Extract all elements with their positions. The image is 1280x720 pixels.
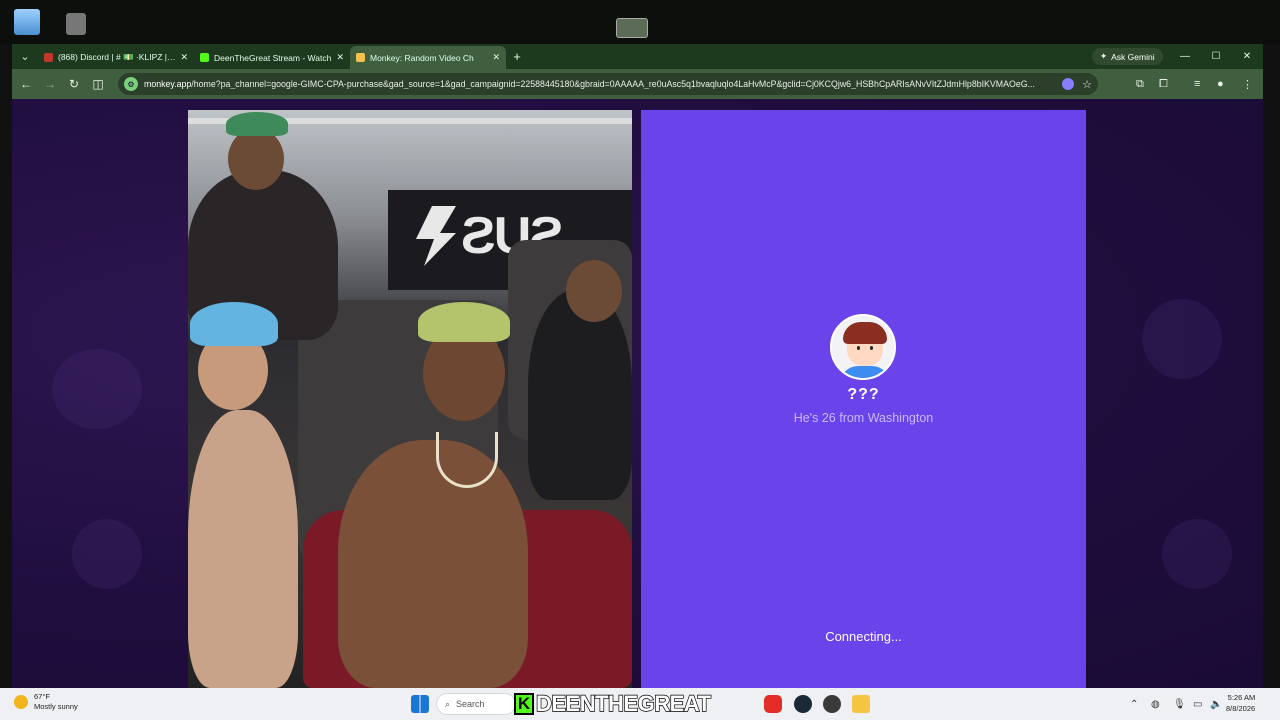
obs-icon[interactable]: [823, 695, 841, 713]
steam-icon[interactable]: [794, 695, 812, 713]
desktop-app-icon[interactable]: [66, 13, 86, 35]
network-tray-icon[interactable]: ◍: [1151, 694, 1160, 714]
connection-status: Connecting...: [825, 629, 902, 644]
clock-time: 5:26 AM: [1227, 693, 1256, 702]
media-controls-icon[interactable]: ≡: [1194, 74, 1200, 94]
clock-date: 8/8/2026: [1226, 704, 1256, 713]
file-explorer-icon[interactable]: [852, 695, 870, 713]
ask-gemini-button[interactable]: ✦ Ask Gemini: [1092, 48, 1163, 65]
video-person: [338, 440, 528, 688]
gemini-icon: ✦: [1100, 51, 1108, 61]
side-panel-icon[interactable]: ◫: [86, 72, 110, 96]
video-person-cap: [418, 302, 510, 342]
video-person: [188, 410, 298, 688]
more-menu-icon[interactable]: ⋮: [1242, 74, 1253, 94]
match-panel: ??? He's 26 from Washington Connecting..…: [641, 110, 1086, 688]
avatar-eye: [857, 346, 860, 350]
avatar-shirt: [840, 366, 890, 378]
streamer-name: DEENTHEGREAT: [535, 690, 711, 716]
address-bar[interactable]: ⚙ monkey.app/home?pa_channel=google-GIMC…: [118, 73, 1098, 95]
desktop-window-thumbnail[interactable]: [616, 18, 648, 38]
site-info-icon[interactable]: ⚙: [124, 77, 138, 91]
minimize-icon[interactable]: —: [1170, 44, 1200, 69]
tab-discord[interactable]: (868) Discord | # 💵 ·KLIPZ | #pi ✕: [38, 46, 194, 69]
video-person-cap: [226, 112, 288, 136]
url-host: monkey.app: [144, 79, 192, 89]
background-pattern: [72, 519, 142, 589]
close-tab-icon[interactable]: ✕: [492, 52, 500, 63]
show-hidden-icons-icon[interactable]: ⌃: [1130, 694, 1138, 714]
tab-label: (868) Discord | # 💵 ·KLIPZ | #pi: [58, 52, 177, 62]
url-text[interactable]: monkey.app/home?pa_channel=google-GIMC-C…: [144, 79, 1056, 89]
background-pattern: [52, 349, 142, 429]
search-icon: ⌕: [445, 698, 451, 709]
background-pattern: [1142, 299, 1222, 379]
recycle-bin-icon[interactable]: [14, 9, 40, 35]
extension-icon[interactable]: [1062, 78, 1075, 90]
match-avatar: [830, 314, 896, 380]
reload-icon[interactable]: ↻: [62, 72, 86, 96]
match-info: He's 26 from Washington: [793, 411, 934, 425]
profile-avatar-icon[interactable]: ●: [1217, 74, 1224, 94]
extensions-puzzle-icon[interactable]: ⧠: [1159, 74, 1168, 94]
maximize-icon[interactable]: ☐: [1201, 44, 1231, 69]
tab-label: Monkey: Random Video Ch: [370, 52, 474, 63]
video-person-cap: [190, 302, 278, 346]
browser-toolbar: ← → ↻ ◫ ⚙ monkey.app/home?pa_channel=goo…: [12, 69, 1263, 99]
tab-deenthegreat-stream[interactable]: DeenTheGreat Stream - Watch ✕: [194, 46, 350, 69]
back-icon[interactable]: ←: [14, 72, 38, 96]
kick-favicon-icon: [200, 53, 209, 62]
extension-icon[interactable]: ⧉: [1136, 74, 1144, 94]
close-tab-icon[interactable]: ✕: [336, 52, 344, 63]
tab-monkey[interactable]: Monkey: Random Video Ch ✕: [350, 46, 506, 69]
video-person-head: [566, 260, 622, 322]
taskbar-clock[interactable]: 5:26 AM 8/8/2026: [1226, 692, 1255, 714]
start-windows-icon[interactable]: [411, 695, 429, 713]
url-path: /home?pa_channel=google-GIMC-CPA-purchas…: [191, 79, 1035, 89]
weather-widget[interactable]: 67°F Mostly sunny: [14, 692, 78, 712]
browser-window: ⌄ (868) Discord | # 💵 ·KLIPZ | #pi ✕ Dee…: [12, 44, 1263, 688]
weather-temp: 67°F: [34, 692, 50, 701]
weather-text: 67°F Mostly sunny: [34, 692, 78, 712]
background-pattern: [1162, 519, 1232, 589]
video-person: [528, 290, 632, 500]
streamer-overlay: K DEENTHEGREAT: [514, 690, 712, 717]
volume-icon[interactable]: 🔈: [1210, 694, 1222, 714]
tab-bar: ⌄ (868) Discord | # 💵 ·KLIPZ | #pi ✕ Dee…: [12, 44, 1263, 69]
forward-icon[interactable]: →: [38, 72, 62, 96]
sun-icon: [14, 695, 28, 709]
taskbar-search[interactable]: ⌕ Search: [436, 693, 516, 715]
taskbar: 67°F Mostly sunny ⌕ Search K DEENTHEGREA…: [0, 688, 1280, 720]
screen: ⌄ (868) Discord | # 💵 ·KLIPZ | #pi ✕ Dee…: [0, 0, 1280, 720]
youtube-icon[interactable]: [764, 695, 782, 713]
local-video-feed: SUS: [188, 110, 632, 688]
search-label: Search: [456, 699, 485, 709]
close-tab-icon[interactable]: ✕: [180, 52, 188, 63]
page-viewport: SUS ??? He's 26 from Washington Connecti…: [12, 99, 1263, 688]
match-name: ???: [847, 386, 880, 403]
desktop-strip: [0, 0, 1280, 44]
tab-label: DeenTheGreat Stream - Watch: [214, 52, 332, 63]
discord-favicon-icon: [44, 53, 53, 62]
avatar-eye: [870, 346, 873, 350]
wifi-icon[interactable]: ▭: [1193, 694, 1202, 714]
microphone-icon[interactable]: 🎙: [1173, 694, 1186, 714]
ask-gemini-label: Ask Gemini: [1111, 51, 1155, 62]
new-tab-button[interactable]: +: [506, 49, 528, 64]
close-window-icon[interactable]: ✕: [1232, 44, 1262, 69]
monkey-favicon-icon: [356, 53, 365, 62]
bookmark-star-icon[interactable]: ☆: [1082, 78, 1092, 91]
video-person-head: [228, 128, 284, 190]
tab-search-icon[interactable]: ⌄: [12, 44, 38, 69]
avatar-hair: [843, 322, 887, 344]
kick-logo-icon: K: [514, 693, 534, 715]
weather-desc: Mostly sunny: [34, 702, 78, 711]
